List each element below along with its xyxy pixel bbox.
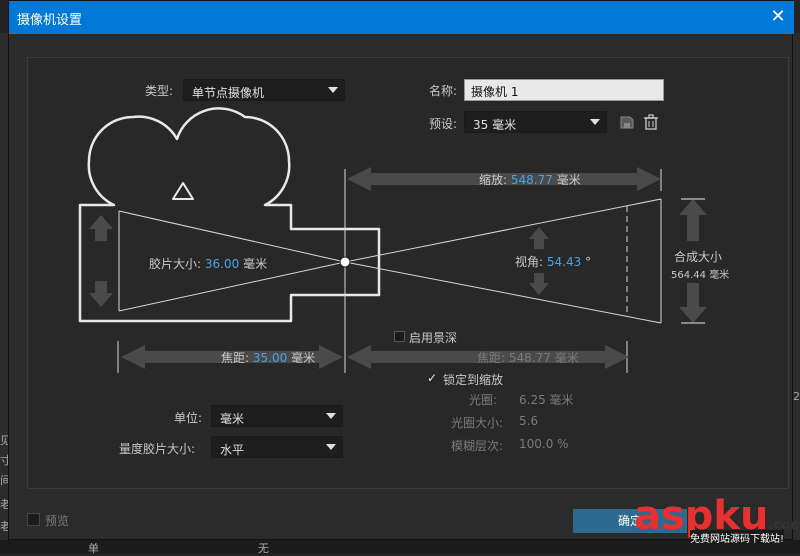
blur-level-value: 100.0 % [519, 437, 569, 451]
save-preset-icon[interactable] [618, 113, 636, 131]
watermark-tagline: 免费网站源码下载站! [690, 530, 785, 545]
comp-size-value[interactable]: 564.44 [671, 270, 706, 281]
angle-value[interactable]: 54.43 [547, 255, 581, 269]
units-dropdown[interactable]: 毫米 [211, 405, 343, 427]
comp-size-unit: 毫米 [709, 270, 730, 281]
focal-length-value[interactable]: 35.00 [253, 351, 287, 365]
blur-level-label: 模糊层次: [451, 439, 504, 453]
focal-length-readout: 焦距: 35.00 毫米 [221, 349, 315, 366]
measure-film-size-value: 水平 [220, 443, 245, 457]
film-size-readout: 胶片大小: 36.00 毫米 [149, 255, 267, 272]
zoom-readout: 缩放: 548.77 毫米 [479, 171, 581, 188]
aperture-label: 光圈: [469, 393, 498, 407]
chevron-down-icon [590, 119, 600, 125]
focal-length-label: 焦距: [221, 351, 250, 365]
type-dropdown[interactable]: 单节点摄像机 [183, 79, 345, 101]
focus-distance-value: 548.77 [508, 351, 551, 365]
preview-checkbox[interactable] [27, 513, 40, 526]
chevron-down-icon [326, 444, 336, 450]
fstop-label: 光圈大小: [451, 416, 504, 430]
camera-body-outline [78, 107, 381, 323]
name-input[interactable]: 摄像机 1 [464, 79, 664, 101]
lens-point [339, 256, 351, 268]
zoom-value[interactable]: 548.77 [511, 173, 553, 187]
measure-film-size-label: 量度胶片大小: [119, 442, 196, 456]
enable-dof-label: 启用景深 [409, 331, 458, 345]
aperture-value: 6.25 毫米 [519, 393, 574, 407]
background-text: 单 [88, 542, 99, 555]
type-value: 单节点摄像机 [192, 86, 265, 100]
camera-settings-dialog: 摄像机设置 ✕ 类型: 单节点摄像机 名称: 摄像机 1 预设: 35 毫米 缩… [8, 0, 794, 540]
preset-dropdown[interactable]: 35 毫米 [464, 111, 607, 133]
units-value: 毫米 [220, 412, 245, 426]
enable-dof-checkbox[interactable] [394, 331, 405, 342]
film-size-unit: 毫米 [243, 257, 268, 271]
fstop-value: 5.6 [519, 414, 539, 428]
name-label: 名称: [429, 84, 458, 98]
angle-label: 视角: [515, 255, 544, 269]
background-app-bottom [0, 540, 800, 553]
background-text: 无 [258, 542, 269, 555]
measure-film-size-dropdown[interactable]: 水平 [211, 436, 343, 458]
trash-icon[interactable] [642, 113, 660, 131]
viewfinder-triangle [172, 182, 194, 200]
background-text: 25 [793, 390, 800, 403]
focus-distance-unit: 毫米 [554, 351, 579, 365]
units-label: 单位: [174, 411, 203, 425]
film-size-value[interactable]: 36.00 [205, 257, 239, 271]
type-label: 类型: [145, 84, 174, 98]
focus-distance-readout: 焦距: 548.77 毫米 [477, 349, 579, 366]
preview-label: 预览 [45, 514, 70, 528]
angle-readout: 视角: 54.43 ° [515, 253, 591, 270]
focus-distance-label: 焦距: [477, 351, 506, 365]
comp-size-readout: 564.44 毫米 [671, 266, 729, 281]
lock-to-zoom-checkbox[interactable]: ✓ [427, 372, 438, 384]
preset-value: 35 毫米 [473, 118, 517, 132]
lock-to-zoom-label: 锁定到缩放 [443, 373, 504, 387]
chevron-down-icon [326, 413, 336, 419]
zoom-unit: 毫米 [556, 173, 581, 187]
angle-unit: ° [585, 255, 592, 269]
comp-size-label: 合成大小 [674, 250, 723, 264]
background-app-right [793, 33, 800, 553]
zoom-label: 缩放: [479, 173, 508, 187]
film-size-label: 胶片大小: [149, 257, 202, 271]
preset-label: 预设: [429, 117, 458, 131]
focal-length-unit: 毫米 [291, 351, 316, 365]
chevron-down-icon [328, 87, 338, 93]
